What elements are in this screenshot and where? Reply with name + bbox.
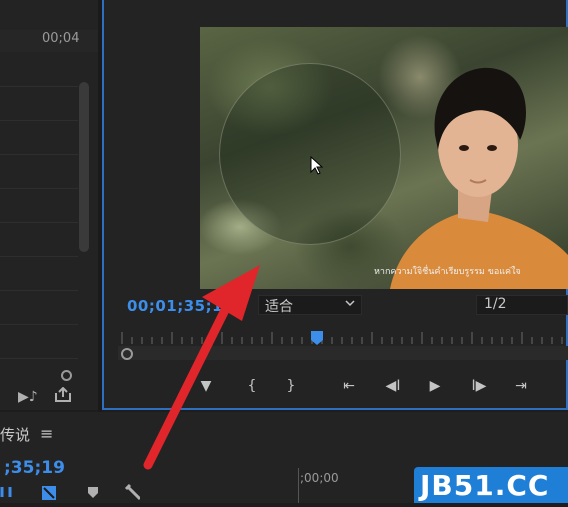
step-back-button[interactable]: ◀I bbox=[381, 375, 405, 397]
mouse-cursor-icon bbox=[310, 156, 324, 175]
resolution-label: 1/2 bbox=[484, 296, 507, 312]
watermark-text: JB51.CC bbox=[420, 469, 550, 502]
play-icon: ▶ bbox=[429, 378, 441, 394]
play-marker-icon[interactable]: ▶♪ bbox=[18, 389, 38, 405]
timeline-tools bbox=[0, 483, 142, 507]
video-subtitle: หากความใจิชื่นคำเรียบรูรรม ขอแค่ใจ bbox=[374, 267, 521, 277]
go-to-out-button[interactable]: ⇥ bbox=[509, 375, 533, 397]
step-forward-icon: I▶ bbox=[471, 378, 487, 394]
wrench-icon[interactable] bbox=[124, 483, 142, 501]
go-to-out-icon: ⇥ bbox=[515, 378, 527, 394]
add-marker-icon[interactable] bbox=[88, 487, 98, 498]
panel-menu-icon[interactable]: ≡ bbox=[40, 424, 53, 443]
sequence-tab-label[interactable]: 传说 bbox=[0, 424, 30, 445]
export-frame-icon[interactable] bbox=[54, 386, 72, 407]
linked-selection-icon[interactable] bbox=[42, 486, 56, 500]
timeline-ruler-time: ;00;00 bbox=[300, 471, 339, 485]
snap-icon[interactable] bbox=[0, 487, 12, 497]
step-forward-button[interactable]: I▶ bbox=[467, 375, 491, 397]
annotation-arrow bbox=[143, 265, 260, 470]
ellipse-mask[interactable] bbox=[219, 63, 401, 245]
source-zoom-handle[interactable] bbox=[61, 370, 72, 381]
go-to-in-icon: ⇤ bbox=[343, 378, 355, 394]
timeline-timecode[interactable]: ;35;19 bbox=[4, 458, 65, 478]
step-back-icon: ◀I bbox=[385, 378, 401, 394]
person-figure bbox=[390, 67, 568, 289]
source-scrollbar[interactable] bbox=[79, 82, 89, 252]
timeline-ruler-tick bbox=[298, 468, 299, 503]
playhead-icon[interactable] bbox=[311, 331, 323, 345]
chevron-down-icon bbox=[345, 300, 355, 307]
mark-out-button[interactable]: } bbox=[279, 375, 303, 397]
play-button[interactable]: ▶ bbox=[423, 375, 447, 397]
source-ruler-timecode: 00;04 bbox=[42, 31, 80, 46]
mark-out-icon: } bbox=[286, 378, 296, 394]
go-to-in-button[interactable]: ⇤ bbox=[337, 375, 361, 397]
source-track-list bbox=[0, 52, 78, 377]
